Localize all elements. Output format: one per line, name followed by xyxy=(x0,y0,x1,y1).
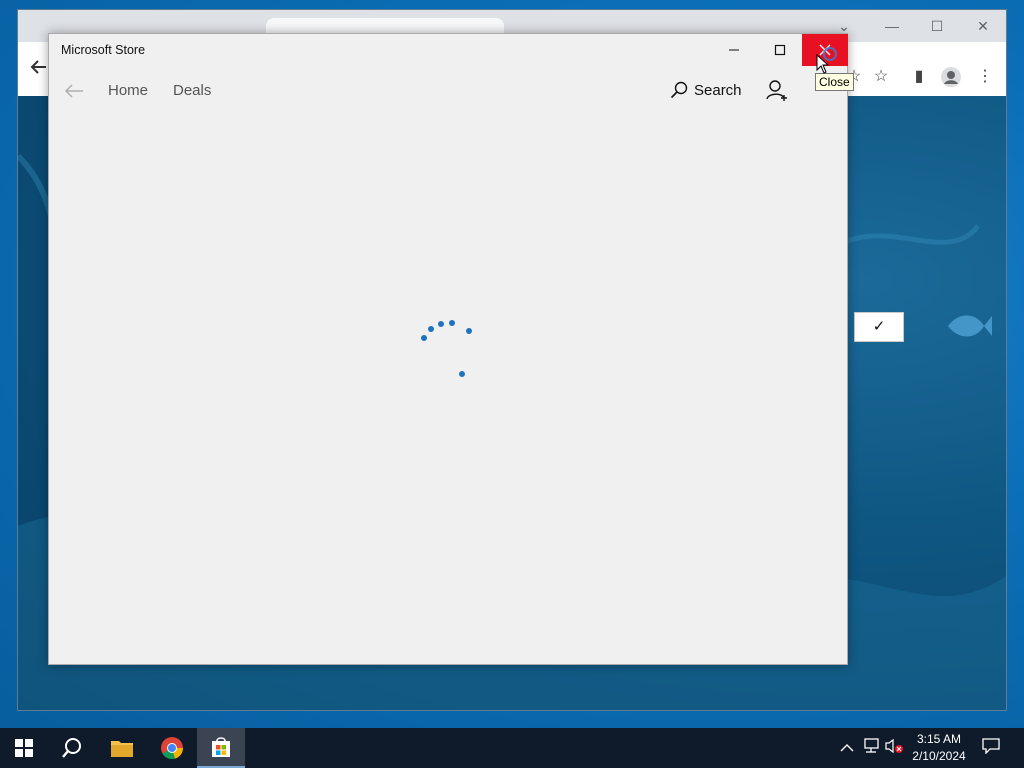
profile-icon[interactable] xyxy=(940,66,962,88)
spinner-dot xyxy=(459,371,465,377)
chevron-up-icon[interactable] xyxy=(837,738,857,758)
browser-maximize-icon[interactable]: ☐ xyxy=(925,16,949,36)
clock-date: 2/10/2024 xyxy=(912,749,966,763)
network-icon[interactable] xyxy=(861,738,881,758)
taskbar-clock[interactable]: 3:15 AM 2/10/2024 xyxy=(906,731,972,765)
notification-icon[interactable] xyxy=(981,738,1001,758)
microsoft-store-window: Microsoft Store Home Deals Search xyxy=(48,33,848,665)
browser-back-icon[interactable] xyxy=(28,56,50,78)
browser-close-icon[interactable]: ✕ xyxy=(971,16,995,36)
file-explorer-icon xyxy=(111,741,133,757)
browser-menu-icon[interactable]: ⋮ xyxy=(974,66,996,88)
search-taskbar-icon xyxy=(62,738,81,758)
clock-time: 3:15 AM xyxy=(916,732,962,746)
confirm-check-button[interactable]: ✓ xyxy=(854,312,904,342)
spinner-dot xyxy=(428,326,434,332)
loading-ring-icon xyxy=(823,47,837,61)
star-icon[interactable]: ☆ xyxy=(870,66,892,88)
spinner-dot xyxy=(466,328,472,334)
spinner-dot xyxy=(449,320,455,326)
store-taskbar-button[interactable] xyxy=(197,728,245,768)
store-icon xyxy=(212,737,230,757)
side-panel-icon[interactable]: ▮ xyxy=(908,66,930,88)
loading-spinner xyxy=(421,320,472,377)
spinner-dot xyxy=(438,321,444,327)
start-button[interactable] xyxy=(0,728,48,768)
chrome-button[interactable] xyxy=(148,728,196,768)
file-explorer-button[interactable] xyxy=(98,728,146,768)
taskbar: 3:15 AM 2/10/2024 xyxy=(0,728,1024,768)
spinner-dot xyxy=(421,335,427,341)
chrome-icon xyxy=(161,737,184,760)
browser-minimize-icon[interactable]: — xyxy=(880,16,904,36)
fish-decoration-icon xyxy=(946,306,992,351)
volume-muted-icon[interactable] xyxy=(884,738,904,758)
taskbar-search-button[interactable] xyxy=(48,728,96,768)
windows-start-icon xyxy=(15,739,33,757)
